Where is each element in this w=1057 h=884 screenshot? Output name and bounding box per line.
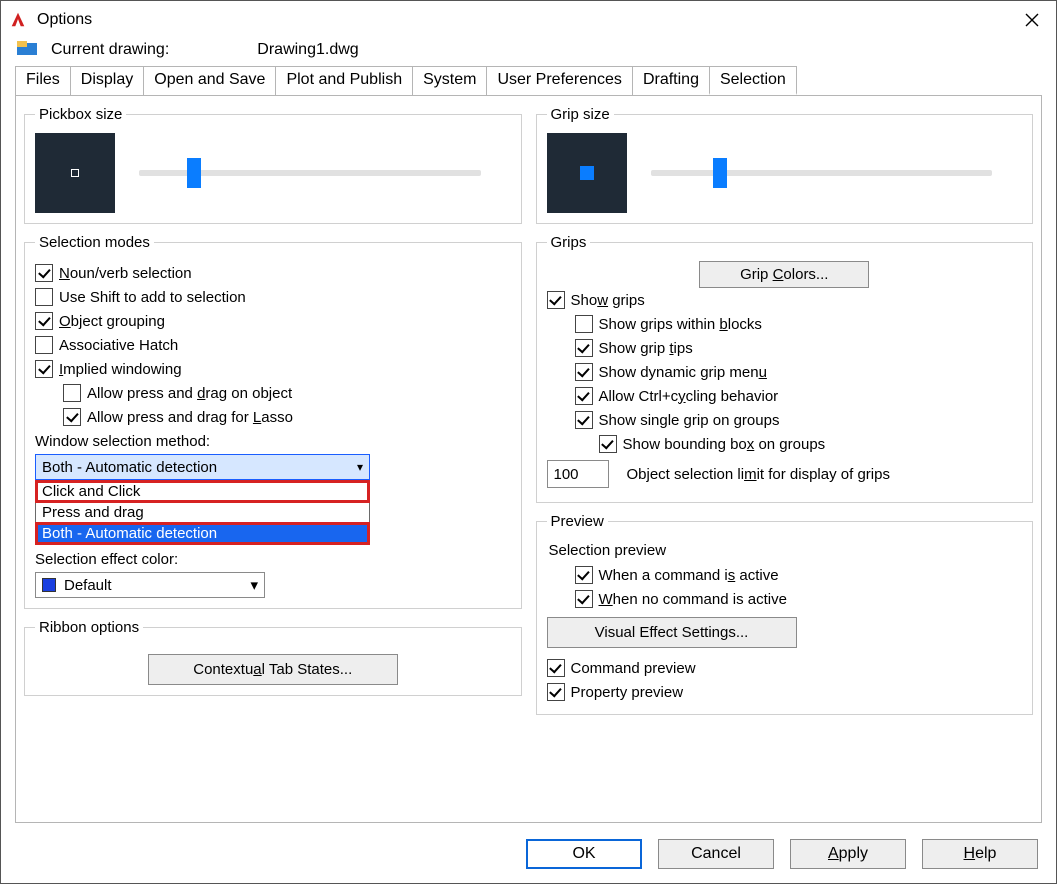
drawing-icon	[17, 41, 37, 59]
opt-click-and-click[interactable]: Click and Click	[36, 481, 369, 502]
chk-grip-tips[interactable]	[575, 339, 593, 357]
color-swatch-icon	[42, 578, 56, 592]
chk-implied-windowing[interactable]	[35, 360, 53, 378]
preview-legend: Preview	[547, 513, 608, 530]
preview-group: Preview Selection preview When a command…	[536, 513, 1034, 715]
grip-size-group: Grip size	[536, 106, 1034, 224]
tab-system[interactable]: System	[412, 66, 487, 95]
chk-ctrl-cycling[interactable]	[575, 387, 593, 405]
window-title: Options	[37, 11, 92, 29]
window-selection-method-value: Both - Automatic detection	[42, 459, 217, 476]
current-drawing-label: Current drawing:	[51, 41, 169, 59]
lbl-assoc-hatch: Associative Hatch	[59, 337, 178, 354]
chk-show-grips[interactable]	[547, 291, 565, 309]
opt-both-auto[interactable]: Both - Automatic detection	[36, 523, 369, 544]
chk-when-cmd-active[interactable]	[575, 566, 593, 584]
chk-property-preview[interactable]	[547, 683, 565, 701]
grip-limit-label: Object selection limit for display of gr…	[627, 466, 890, 483]
pickbox-size-legend: Pickbox size	[35, 106, 126, 123]
opt-press-and-drag[interactable]: Press and drag	[36, 502, 369, 523]
grip-colors-button[interactable]: Grip Colors...	[699, 261, 869, 288]
lbl-bbox-groups: Show bounding box on groups	[623, 436, 826, 453]
app-icon	[9, 10, 29, 30]
close-button[interactable]	[1016, 4, 1048, 36]
chk-object-grouping[interactable]	[35, 312, 53, 330]
chk-when-no-cmd-active[interactable]	[575, 590, 593, 608]
chk-press-drag-lasso[interactable]	[63, 408, 81, 426]
ribbon-options-group: Ribbon options Contextual Tab States...	[24, 619, 522, 696]
selection-effect-color-combo[interactable]: Default ▾	[35, 572, 265, 598]
lbl-press-drag-object: Allow press and drag on object	[87, 385, 292, 402]
tab-selection[interactable]: Selection	[709, 66, 797, 95]
visual-effect-settings-button[interactable]: Visual Effect Settings...	[547, 617, 797, 648]
options-dialog: Options Current drawing: Drawing1.dwg Fi…	[0, 0, 1057, 884]
pickbox-slider[interactable]	[139, 153, 511, 193]
lbl-show-grips: Show grips	[571, 292, 645, 309]
lbl-grips-in-blocks: Show grips within blocks	[599, 316, 762, 333]
pickbox-size-group: Pickbox size	[24, 106, 522, 224]
lbl-implied-windowing: Implied windowing	[59, 361, 182, 378]
selection-effect-color-value: Default	[64, 577, 112, 594]
lbl-single-grip-groups: Show single grip on groups	[599, 412, 780, 429]
lbl-press-drag-lasso: Allow press and drag for Lasso	[87, 409, 293, 426]
window-selection-method-dropdown: Click and Click Press and drag Both - Au…	[35, 480, 370, 545]
selection-preview-heading: Selection preview	[547, 540, 1023, 563]
window-selection-method-label: Window selection method:	[35, 429, 511, 454]
selection-effect-color-label: Selection effect color:	[35, 547, 511, 572]
lbl-dyn-grip-menu: Show dynamic grip menu	[599, 364, 767, 381]
chk-press-drag-object[interactable]	[63, 384, 81, 402]
chk-shift-add[interactable]	[35, 288, 53, 306]
chk-single-grip-groups[interactable]	[575, 411, 593, 429]
grips-legend: Grips	[547, 234, 591, 251]
grip-preview	[547, 133, 627, 213]
chk-assoc-hatch[interactable]	[35, 336, 53, 354]
right-column: Grip size Grips Grip Colors...	[536, 106, 1034, 814]
lbl-object-grouping: Object grouping	[59, 313, 165, 330]
pickbox-preview	[35, 133, 115, 213]
tab-user-preferences[interactable]: User Preferences	[486, 66, 633, 95]
lbl-noun-verb: Noun/verb selection	[59, 265, 192, 282]
tab-files[interactable]: Files	[15, 66, 71, 95]
grip-size-legend: Grip size	[547, 106, 614, 123]
tab-display[interactable]: Display	[70, 66, 144, 95]
titlebar: Options	[1, 1, 1056, 39]
lbl-grip-tips: Show grip tips	[599, 340, 693, 357]
left-column: Pickbox size Selection modes Noun/verb s…	[24, 106, 522, 814]
tab-open-and-save[interactable]: Open and Save	[143, 66, 276, 95]
chevron-down-icon: ▾	[250, 576, 258, 594]
lbl-ctrl-cycling: Allow Ctrl+cycling behavior	[599, 388, 779, 405]
cancel-button[interactable]: Cancel	[658, 839, 774, 869]
close-icon	[1025, 13, 1039, 27]
lbl-property-preview: Property preview	[571, 684, 684, 701]
lbl-command-preview: Command preview	[571, 660, 696, 677]
selection-modes-group: Selection modes Noun/verb selection Use …	[24, 234, 522, 609]
grip-size-slider[interactable]	[651, 153, 1023, 193]
tab-plot-and-publish[interactable]: Plot and Publish	[275, 66, 413, 95]
ok-button[interactable]: OK	[526, 839, 642, 869]
ribbon-options-legend: Ribbon options	[35, 619, 143, 636]
chk-command-preview[interactable]	[547, 659, 565, 677]
current-drawing-filename: Drawing1.dwg	[257, 41, 358, 59]
chk-grips-in-blocks[interactable]	[575, 315, 593, 333]
help-button[interactable]: Help	[922, 839, 1038, 869]
chk-noun-verb[interactable]	[35, 264, 53, 282]
contextual-tab-states-button[interactable]: Contextual Tab States...	[148, 654, 398, 685]
dialog-footer: OK Cancel Apply Help	[1, 829, 1056, 883]
lbl-shift-add: Use Shift to add to selection	[59, 289, 246, 306]
grip-limit-input[interactable]	[547, 460, 609, 488]
chk-dyn-grip-menu[interactable]	[575, 363, 593, 381]
apply-button[interactable]: Apply	[790, 839, 906, 869]
lbl-when-no-cmd-active: When no command is active	[599, 591, 787, 608]
grips-group: Grips Grip Colors... Show grips Show gri…	[536, 234, 1034, 503]
tab-strip: Files Display Open and Save Plot and Pub…	[15, 65, 1042, 95]
window-selection-method-combo[interactable]: Both - Automatic detection ▾	[35, 454, 370, 480]
tab-panel-selection: Pickbox size Selection modes Noun/verb s…	[15, 95, 1042, 823]
tab-drafting[interactable]: Drafting	[632, 66, 710, 95]
selection-modes-legend: Selection modes	[35, 234, 154, 251]
lbl-when-cmd-active: When a command is active	[599, 567, 779, 584]
chk-bbox-groups[interactable]	[599, 435, 617, 453]
chevron-down-icon: ▾	[357, 460, 363, 474]
current-drawing-row: Current drawing: Drawing1.dwg	[1, 39, 1056, 65]
